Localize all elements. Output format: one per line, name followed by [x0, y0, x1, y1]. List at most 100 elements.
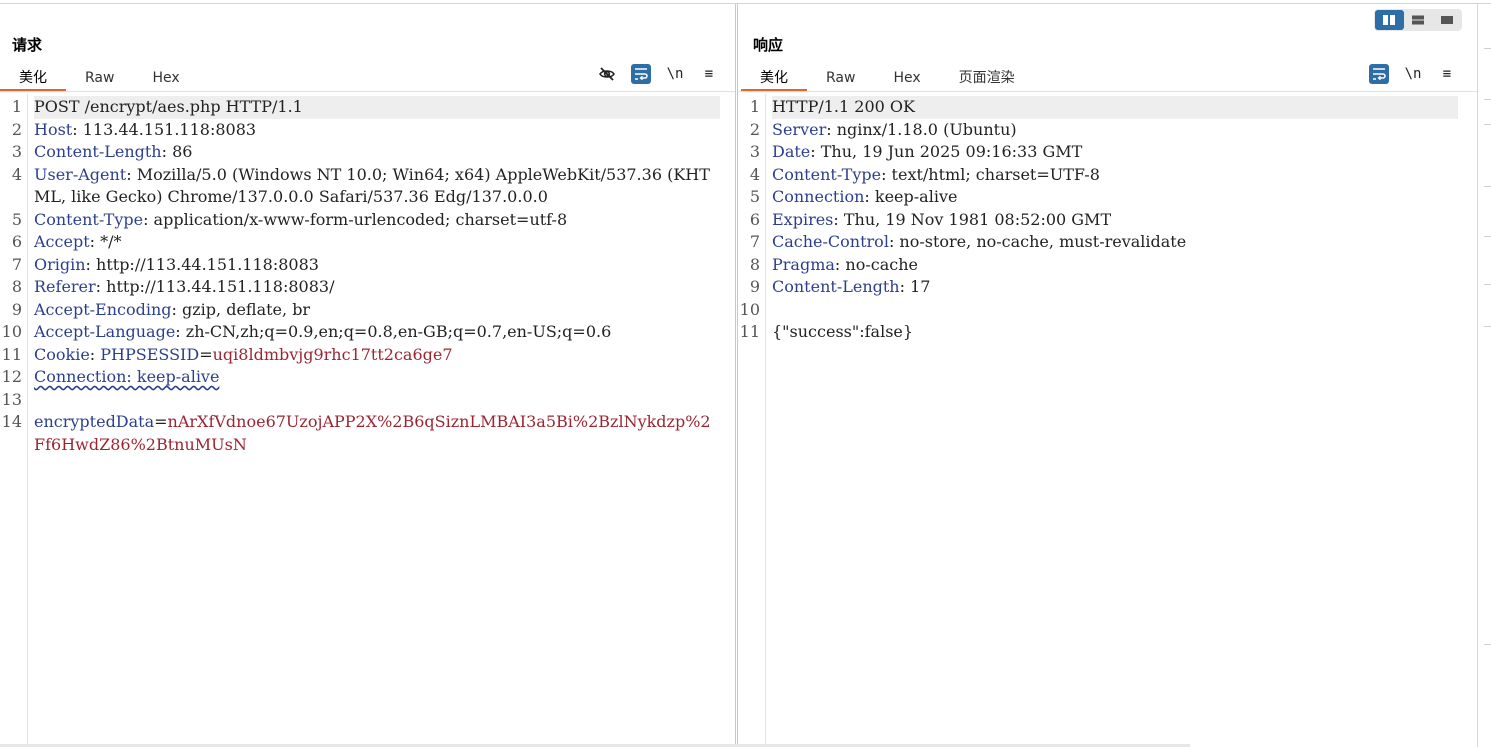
line-number: 6 [11, 232, 22, 251]
line-number: 2 [749, 119, 760, 139]
response-tab-hex[interactable]: Hex [874, 66, 939, 92]
response-tab-pretty[interactable]: 美化 [741, 66, 807, 92]
code-token: Accept [34, 232, 90, 251]
code-token: Cache-Control [772, 232, 889, 251]
code-line: 9 Content-Length: 17 [738, 276, 1477, 299]
code-token: Accept-Encoding [34, 299, 172, 319]
line-text: Accept-Encoding: gzip, deflate, br [34, 299, 720, 322]
response-title: 响应 [753, 36, 784, 54]
line-text: Accept-Language: zh-CN,zh;q=0.9,en;q=0.8… [34, 321, 720, 344]
line-number: 8 [11, 277, 22, 296]
line-text [34, 389, 720, 412]
response-tabs-divider [738, 91, 1477, 92]
request-tabs: 美化 Raw Hex [0, 66, 199, 92]
code-token: Connection: keep-alive [34, 367, 220, 386]
line-text: Accept: */* [34, 231, 720, 254]
layout-stacked-button[interactable] [1404, 10, 1433, 30]
line-number: 13 [1, 389, 22, 409]
code-token: Content-Type [772, 164, 882, 184]
line-text: encryptedData=nArXfVdnoe67UzojAPP2X%2B6q… [34, 411, 720, 456]
code-line: 7 Origin: http://113.44.151.118:8083 [0, 254, 735, 277]
strip-tick [1484, 236, 1491, 237]
request-pane: 请求 美化 Raw Hex \n ≡ 1 POST /encrypt/aes.ph… [0, 4, 736, 747]
code-token: Content-Type [34, 209, 144, 229]
strip-tick [1484, 284, 1491, 285]
newline-toggle[interactable]: \n [1403, 64, 1423, 84]
response-editor[interactable]: 1 HTTP/1.1 200 OK 2 Server: nginx/1.18.0 (U… [738, 94, 1477, 747]
response-pane: 响应 美化 Raw Hex 页面渲染 \n ≡ 1 HTTP/1.1 200 OK… [737, 4, 1477, 747]
line-text: Content-Type: application/x-www-form-url… [34, 209, 720, 232]
line-number: 7 [749, 232, 760, 251]
menu-icon[interactable]: ≡ [699, 64, 719, 84]
columns-icon [1383, 15, 1396, 25]
code-token: = [199, 344, 213, 364]
code-token: : http://113.44.151.118:8083/ [95, 277, 335, 296]
line-text: Expires: Thu, 19 Nov 1981 08:52:00 GMT [772, 209, 1458, 232]
strip-tick [1484, 99, 1491, 100]
rows-icon [1412, 15, 1424, 25]
line-number: 7 [11, 254, 22, 274]
right-side-strip [1477, 4, 1491, 747]
line-number: 1 [749, 97, 760, 116]
code-line: 13 [0, 389, 735, 412]
request-tab-pretty[interactable]: 美化 [0, 66, 66, 92]
line-number: 4 [749, 164, 760, 184]
line-number: 12 [1, 367, 22, 386]
line-text: Content-Type: text/html; charset=UTF-8 [772, 164, 1458, 187]
menu-icon[interactable]: ≡ [1437, 64, 1457, 84]
code-line: 11 Cookie: PHPSESSID=uqi8ldmbvjg9rhc17tt2… [0, 344, 735, 367]
line-text: Cookie: PHPSESSID=uqi8ldmbvjg9rhc17tt2ca… [34, 344, 720, 367]
line-text: Cache-Control: no-store, no-cache, must-… [772, 231, 1458, 254]
code-token: HTTP/1.1 200 OK [772, 97, 915, 116]
line-text: Content-Length: 86 [34, 141, 720, 164]
strip-tick [1484, 48, 1491, 49]
code-line: 7 Cache-Control: no-store, no-cache, must… [738, 231, 1477, 254]
request-tab-raw[interactable]: Raw [66, 66, 133, 92]
wrap-icon[interactable] [631, 64, 651, 84]
line-number: 4 [11, 164, 22, 184]
code-line: 2 Server: nginx/1.18.0 (Ubuntu) [738, 119, 1477, 142]
strip-tick [1484, 644, 1491, 645]
strip-tick [1484, 186, 1491, 187]
line-text: {"success":false} [772, 321, 1458, 344]
request-editor[interactable]: 1 POST /encrypt/aes.php HTTP/1.1 2 Host: 11… [0, 94, 735, 747]
code-token: = [154, 412, 168, 431]
line-text [772, 299, 1458, 322]
code-line: 6 Accept: */* [0, 231, 735, 254]
request-code: 1 POST /encrypt/aes.php HTTP/1.1 2 Host: 11… [0, 96, 735, 456]
request-tabs-divider [0, 91, 735, 92]
line-number: 3 [11, 142, 22, 161]
line-number: 10 [1, 322, 22, 341]
code-token: : no-store, no-cache, must-revalidate [888, 232, 1187, 251]
request-toolbar: \n ≡ [597, 64, 719, 84]
line-text: Connection: keep-alive [34, 366, 720, 389]
layout-side-by-side-button[interactable] [1375, 10, 1404, 30]
code-line: 3 Date: Thu, 19 Jun 2025 09:16:33 GMT [738, 141, 1477, 164]
response-tab-raw[interactable]: Raw [807, 66, 874, 92]
line-number: 5 [749, 187, 760, 206]
code-token: : 113.44.151.118:8083 [72, 119, 257, 139]
line-text: Server: nginx/1.18.0 (Ubuntu) [772, 119, 1458, 142]
code-token: Date [772, 142, 811, 161]
newline-toggle[interactable]: \n [665, 64, 685, 84]
wrap-icon[interactable] [1369, 64, 1389, 84]
code-token: PHPSESSID [100, 344, 200, 364]
code-line: 5 Content-Type: application/x-www-form-ur… [0, 209, 735, 232]
code-token: {"success":false} [772, 322, 914, 341]
code-token: : zh-CN,zh;q=0.9,en;q=0.8,en-GB;q=0.7,en… [175, 322, 612, 341]
code-line: 3 Content-Length: 86 [0, 141, 735, 164]
request-tab-hex[interactable]: Hex [133, 66, 198, 92]
layout-single-button[interactable] [1432, 10, 1461, 30]
line-text: User-Agent: Mozilla/5.0 (Windows NT 10.0… [34, 164, 720, 209]
line-number: 9 [749, 277, 760, 296]
code-token: Content-Length [34, 142, 162, 161]
code-token: : no-cache [834, 254, 918, 274]
response-tabs: 美化 Raw Hex 页面渲染 [741, 66, 1034, 92]
code-line: 8 Referer: http://113.44.151.118:8083/ [0, 276, 735, 299]
line-number: 5 [11, 209, 22, 229]
response-tab-render[interactable]: 页面渲染 [940, 66, 1034, 92]
line-number: 14 [1, 412, 22, 431]
code-line: 1 POST /encrypt/aes.php HTTP/1.1 [0, 96, 735, 119]
code-token: : gzip, deflate, br [171, 299, 311, 319]
hide-icon[interactable] [597, 64, 617, 84]
